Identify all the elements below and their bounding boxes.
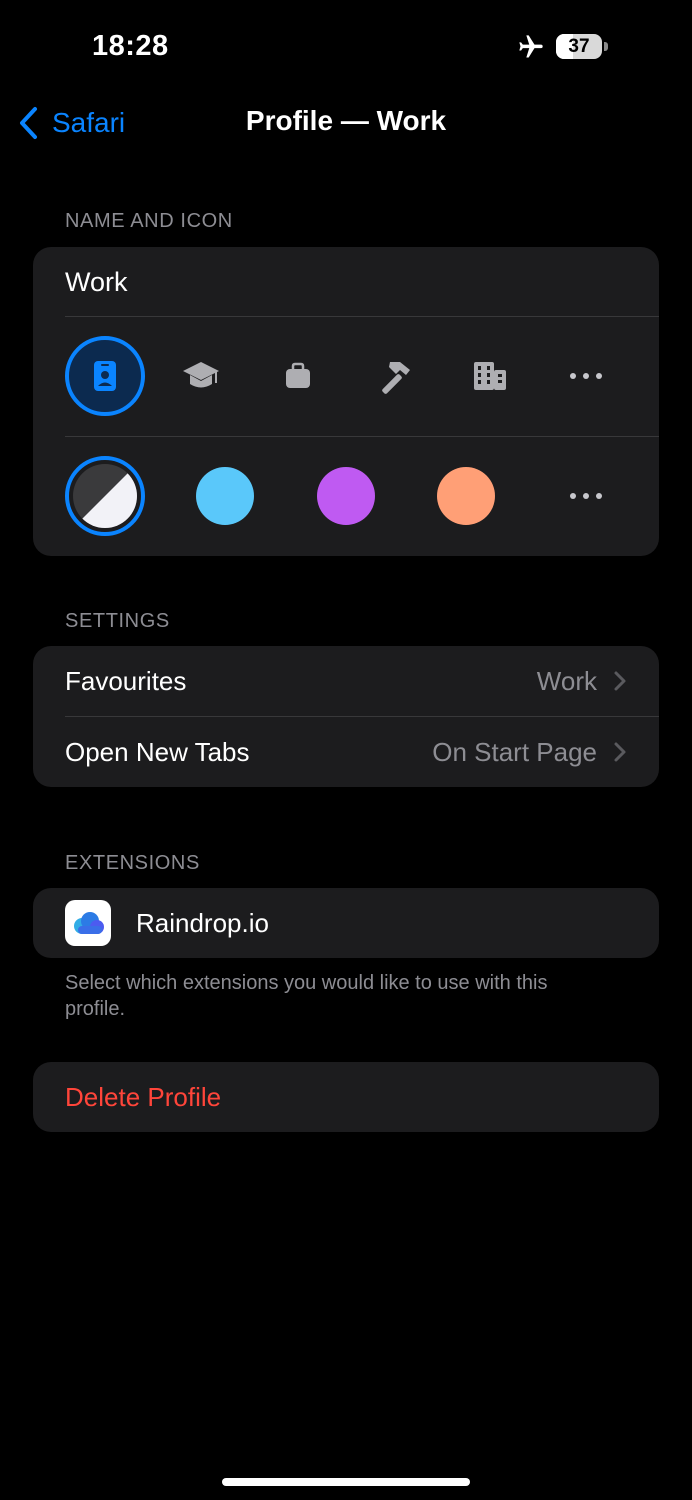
selected-ring [65, 336, 145, 416]
extension-row-raindrop[interactable]: Raindrop.io [33, 888, 659, 958]
more-icon [570, 493, 602, 499]
extension-label: Raindrop.io [136, 907, 269, 938]
airplane-icon [519, 35, 543, 58]
battery-cap [604, 42, 608, 51]
raindrop-cloud-icon [65, 900, 111, 946]
briefcase-icon [286, 362, 310, 388]
open-new-tabs-label: Open New Tabs [65, 736, 250, 767]
home-indicator[interactable] [222, 1478, 470, 1486]
building-icon [474, 362, 506, 390]
more-colors-button[interactable] [570, 493, 602, 499]
selected-ring [65, 456, 145, 536]
color-option-cyan[interactable] [196, 467, 254, 525]
section-header-extensions: EXTENSIONS [65, 852, 200, 874]
purple-swatch [317, 467, 375, 525]
profile-name-field[interactable]: Work [65, 247, 128, 317]
icon-option-building[interactable] [466, 352, 514, 400]
battery-icon: 37 [556, 34, 602, 59]
extensions-footer-note: Select which extensions you would like t… [65, 972, 548, 1020]
peach-swatch [437, 467, 495, 525]
monochrome-swatch [73, 464, 137, 528]
delete-group: Delete Profile [33, 1062, 659, 1132]
more-icons-button[interactable] [570, 373, 602, 379]
icon-option-briefcase[interactable] [274, 352, 322, 400]
name-and-icon-group: Work [33, 247, 659, 556]
section-header-settings: SETTINGS [65, 610, 170, 632]
open-new-tabs-row[interactable]: Open New Tabs On Start Page [65, 717, 659, 787]
chevron-right-icon [614, 742, 626, 762]
color-option-monochrome[interactable] [65, 456, 145, 536]
status-time: 18:28 [92, 30, 169, 62]
color-option-peach[interactable] [437, 467, 495, 525]
extensions-group: Raindrop.io [33, 888, 659, 958]
person-badge-icon [94, 361, 116, 391]
more-icon [570, 373, 602, 379]
cyan-swatch [196, 467, 254, 525]
color-picker-row [65, 437, 625, 555]
delete-profile-button[interactable]: Delete Profile [65, 1062, 221, 1132]
settings-group: Favourites Work Open New Tabs On Start P… [33, 646, 659, 787]
icon-option-graduation-cap[interactable] [177, 352, 225, 400]
icon-option-hammer[interactable] [370, 352, 418, 400]
chevron-right-icon [614, 671, 626, 691]
icon-picker-row [65, 317, 625, 435]
color-option-purple[interactable] [317, 467, 375, 525]
favourites-label: Favourites [65, 665, 187, 696]
favourites-value: Work [536, 665, 597, 696]
favourites-row[interactable]: Favourites Work [65, 646, 659, 716]
battery-percent: 37 [568, 36, 590, 57]
icon-option-person-badge[interactable] [65, 336, 145, 416]
hammer-icon [382, 362, 410, 394]
graduation-cap-icon [183, 362, 219, 388]
section-header-name-and-icon: NAME AND ICON [65, 210, 233, 232]
open-new-tabs-value: On Start Page [432, 736, 597, 767]
page-title: Profile — Work [245, 105, 447, 136]
